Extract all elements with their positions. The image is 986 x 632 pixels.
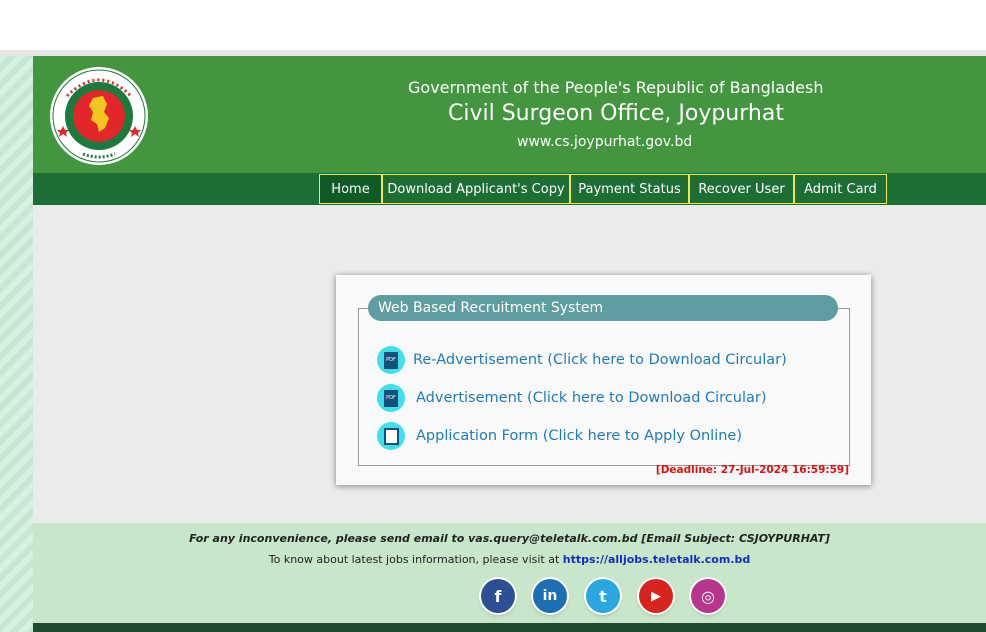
re-advertisement-label: Re-Advertisement (Click here to Download… xyxy=(413,352,787,368)
application-form-link[interactable]: Application Form (Click here to Apply On… xyxy=(377,422,742,450)
pdf-icon: PDF xyxy=(377,346,405,374)
instagram-icon[interactable]: ◎ xyxy=(691,579,725,613)
twitter-icon[interactable]: t xyxy=(586,579,620,613)
main-nav: Home Download Applicant's Copy Payment S… xyxy=(33,173,986,205)
site-footer: For any inconvenience, please send email… xyxy=(33,523,986,623)
office-title: Civil Surgeon Office, Joypurhat xyxy=(448,101,784,126)
advertisement-label: Advertisement (Click here to Download Ci… xyxy=(416,390,767,406)
advertisement-link[interactable]: PDF Advertisement (Click here to Downloa… xyxy=(377,384,767,412)
bangladesh-govt-seal-logo xyxy=(49,66,149,166)
nav-home[interactable]: Home xyxy=(319,174,382,204)
re-advertisement-link[interactable]: PDF Re-Advertisement (Click here to Down… xyxy=(377,346,787,374)
form-icon xyxy=(377,422,405,450)
youtube-icon[interactable]: ▶ xyxy=(639,579,673,613)
jobs-info-text: To know about latest jobs information, p… xyxy=(268,553,560,566)
recruitment-panel: PDF Re-Advertisement (Click here to Down… xyxy=(336,275,871,485)
deadline-text: [Deadline: 27-Jul-2024 16:59:59] xyxy=(655,464,849,476)
browser-top-area xyxy=(0,0,986,50)
panel-border: PDF Re-Advertisement (Click here to Down… xyxy=(358,308,850,466)
nav-payment-status[interactable]: Payment Status xyxy=(570,174,689,204)
support-contact-text: For any inconvenience, please send email… xyxy=(189,532,830,545)
side-pattern xyxy=(0,56,33,632)
nav-download-applicants-copy[interactable]: Download Applicant's Copy xyxy=(382,174,570,204)
alljobs-link[interactable]: https://alljobs.teletalk.com.bd xyxy=(563,553,750,566)
pdf-icon: PDF xyxy=(377,384,405,412)
footer-bottom-bar xyxy=(33,623,986,632)
website-url: www.cs.joypurhat.gov.bd xyxy=(517,134,693,150)
jobs-info-line: To know about latest jobs information, p… xyxy=(33,553,986,566)
site-header: Government of the People's Republic of B… xyxy=(33,56,986,173)
main-content: PDF Re-Advertisement (Click here to Down… xyxy=(33,205,986,523)
government-title: Government of the People's Republic of B… xyxy=(408,78,824,97)
application-form-label: Application Form (Click here to Apply On… xyxy=(416,428,743,444)
panel-title: Web Based Recruitment System xyxy=(368,295,838,321)
facebook-icon[interactable]: f xyxy=(481,579,515,613)
nav-recover-user[interactable]: Recover User xyxy=(689,174,794,204)
linkedin-icon[interactable]: in xyxy=(533,579,567,613)
nav-admit-card[interactable]: Admit Card xyxy=(794,174,887,204)
